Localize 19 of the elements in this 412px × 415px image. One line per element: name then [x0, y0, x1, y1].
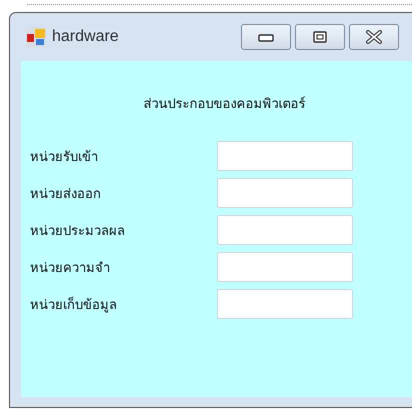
input-field[interactable]: [217, 141, 353, 171]
close-icon: [366, 30, 382, 44]
field-label: หน่วยรับเข้า: [30, 148, 99, 166]
field-label: หน่วยเก็บข้อมูล: [30, 296, 118, 314]
form-heading: ส่วนประกอบของคอมพิวเตอร์: [142, 96, 306, 114]
window-title: hardware: [52, 28, 120, 46]
field-label: หน่วยความจำ: [30, 260, 111, 278]
field-label: หน่วยประมวลผล: [30, 222, 126, 240]
minimize-icon: [258, 32, 274, 42]
input-field[interactable]: [217, 215, 353, 245]
input-field[interactable]: [217, 252, 353, 282]
app-icon: [26, 27, 46, 47]
input-field[interactable]: [217, 289, 353, 319]
minimize-button[interactable]: [241, 24, 291, 50]
field-label: หน่วยส่งออก: [30, 186, 102, 204]
close-button[interactable]: [349, 24, 399, 50]
input-field[interactable]: [217, 178, 353, 208]
maximize-button[interactable]: [295, 24, 345, 50]
maximize-icon: [313, 31, 327, 43]
